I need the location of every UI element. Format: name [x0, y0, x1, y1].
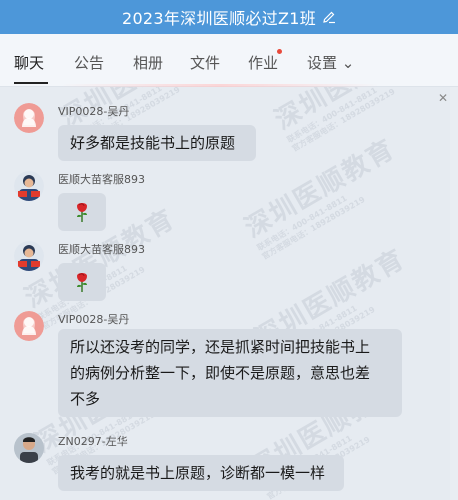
window-titlebar: 2023年深圳医顺必过Z1班: [0, 0, 458, 34]
sender-name[interactable]: VIP0028-吴丹: [58, 311, 129, 327]
rose-emoji-icon: [77, 203, 87, 222]
edit-pencil-icon[interactable]: [322, 10, 336, 24]
notification-dot: [277, 49, 282, 54]
tab-homework[interactable]: 作业: [248, 52, 278, 73]
message-text: 好多都是技能书上的原题: [70, 134, 236, 152]
tab-files[interactable]: 文件: [190, 52, 220, 73]
message-text-line: 所以还没考的同学，还是抓紧时间把技能书上: [70, 338, 371, 356]
tab-announcement[interactable]: 公告: [74, 52, 104, 73]
message-text: 我考的就是书上原题，诊断都一模一样: [70, 464, 326, 482]
avatar[interactable]: [14, 433, 44, 463]
tab-album[interactable]: 相册: [133, 52, 163, 73]
message-bubble[interactable]: 好多都是技能书上的原题: [58, 125, 256, 161]
message-bubble[interactable]: 所以还没考的同学，还是抓紧时间把技能书上 的病例分析整一下，即使不是原题，意思也…: [58, 329, 402, 417]
sender-name[interactable]: ZN0297-左华: [58, 433, 128, 449]
sender-name[interactable]: 医顺大苗客服893: [58, 241, 145, 257]
message-bubble[interactable]: [58, 263, 106, 301]
watermark: 深圳医顺教育 联系电话：400-841-8811 官方客服电话：18928039…: [240, 134, 401, 262]
tab-bar: 聊天 公告 相册 文件 作业 设置 ⌄: [0, 34, 458, 87]
sender-name[interactable]: 医顺大苗客服893: [58, 171, 145, 187]
message-bubble[interactable]: 我考的就是书上原题，诊断都一模一样: [58, 455, 344, 491]
watermark: 深圳医顺教育 联系电话：400-841-8811 官方客服电话：18928039…: [270, 87, 431, 154]
avatar[interactable]: [14, 311, 44, 341]
message-text-line: 不多: [70, 390, 101, 408]
avatar[interactable]: [14, 103, 44, 133]
avatar[interactable]: [14, 241, 44, 271]
tab-chat[interactable]: 聊天: [14, 52, 44, 73]
message-bubble[interactable]: [58, 193, 106, 231]
active-tab-indicator: [14, 82, 48, 84]
avatar[interactable]: [14, 171, 44, 201]
tab-settings[interactable]: 设置 ⌄: [307, 52, 354, 73]
chat-area[interactable]: 深圳医顺教育 联系电话：400-841-8811 官方客服电话：18928039…: [0, 87, 458, 500]
sender-name[interactable]: VIP0028-吴丹: [58, 103, 129, 119]
message-text-line: 的病例分析整一下，即使不是原题，意思也差: [70, 364, 371, 382]
group-title: 2023年深圳医顺必过Z1班: [121, 9, 317, 28]
scrollbar-track[interactable]: [450, 87, 458, 500]
rose-emoji-icon: [77, 273, 87, 292]
close-icon[interactable]: ✕: [438, 91, 448, 105]
